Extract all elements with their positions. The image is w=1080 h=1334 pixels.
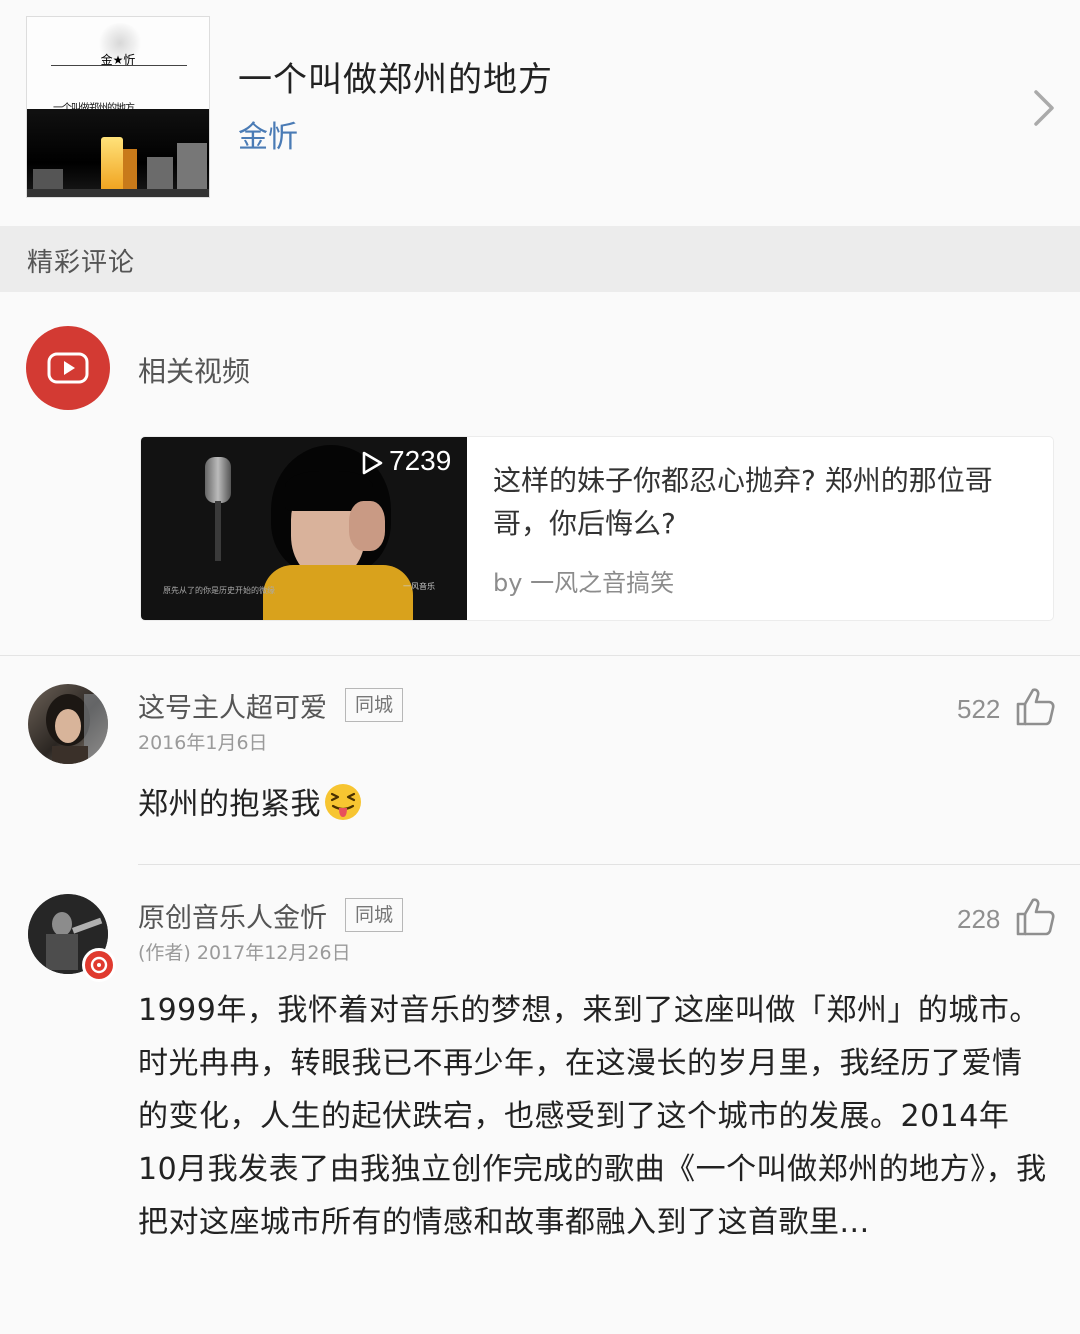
user-photo [46, 694, 108, 764]
album-cover[interactable]: 金★忻 一个叫做郑州的地方 [26, 16, 210, 198]
music-note-icon [90, 956, 108, 974]
play-count-value: 7239 [389, 445, 452, 476]
cover-handwritten-title: 一个叫做郑州的地方 [53, 103, 135, 109]
comment-text: 郑州的抱紧我 [138, 778, 1048, 831]
cover-tower [123, 149, 137, 191]
like-count: 228 [957, 904, 1001, 934]
cover-road [27, 189, 209, 197]
related-video-section: 相关视频 原先从了的你是历史开始的微缘 一风音乐 7239 这样的妹子你都忍心抛… [0, 292, 1080, 656]
cover-building [33, 169, 63, 191]
video-title: 这样的妹子你都忍心抛弃? 郑州的那位哥哥，你后悔么? [493, 464, 993, 540]
comment-date: (作者) 2017年12月26日 [138, 942, 351, 964]
cover-building [147, 157, 173, 191]
squinting-tongue-emoji [325, 784, 361, 820]
thumbs-up-icon[interactable] [1014, 896, 1056, 938]
thumbs-up-icon[interactable] [1014, 686, 1056, 728]
play-icon [362, 451, 383, 475]
cover-rule [51, 65, 187, 66]
singer-jacket [263, 565, 413, 620]
chevron-right-icon[interactable] [1026, 88, 1062, 128]
related-video-label: 相关视频 [138, 355, 251, 388]
cover-tower [101, 137, 123, 191]
play-video-icon [47, 352, 89, 384]
section-title: 精彩评论 [27, 248, 136, 278]
video-card[interactable]: 原先从了的你是历史开始的微缘 一风音乐 7239 这样的妹子你都忍心抛弃? 郑州… [141, 437, 1053, 620]
like-count: 522 [957, 694, 1001, 724]
artist-link[interactable]: 金忻 [238, 112, 298, 156]
cover-building [177, 143, 207, 191]
thumbnail-subtitle: 原先从了的你是历史开始的微缘 [163, 586, 275, 595]
comment-divider [138, 864, 1080, 865]
cover-top: 金★忻 一个叫做郑州的地方 [27, 17, 209, 109]
same-city-badge: 同城 [345, 688, 404, 722]
comment-text: 1999年，我怀着对音乐的梦想，来到了这座叫做「郑州」的城市。时光冉冉，转眼我已… [138, 993, 1047, 1240]
microphone [205, 457, 231, 503]
comment-item: 这号主人超可爱 同城 2016年1月6日 522 郑州的抱紧我 [0, 656, 1080, 864]
avatar[interactable] [28, 684, 108, 764]
cover-city-photo [27, 109, 209, 197]
singer-hand [349, 501, 385, 551]
comment-date: 2016年1月6日 [138, 732, 268, 754]
microphone-stand [215, 501, 221, 561]
comment-username[interactable]: 这号主人超可爱 [138, 686, 327, 725]
thumbnail-watermark: 一风音乐 [403, 582, 435, 591]
same-city-badge: 同城 [345, 898, 404, 932]
section-header: 精彩评论 [0, 226, 1080, 292]
video-badge [26, 326, 110, 410]
video-byline: by 一风之音搞笑 [493, 569, 675, 597]
comment-item: 原创音乐人金忻 同城 (作者) 2017年12月26日 228 1999年，我怀… [0, 866, 1080, 1334]
song-header[interactable]: 金★忻 一个叫做郑州的地方 一个叫做郑州的地方 金忻 [0, 0, 1080, 226]
video-thumbnail[interactable]: 原先从了的你是历史开始的微缘 一风音乐 7239 [141, 437, 467, 620]
avatar[interactable] [28, 894, 116, 982]
comment-text-content: 郑州的抱紧我 [138, 787, 321, 822]
musician-badge [82, 948, 116, 982]
song-title: 一个叫做郑州的地方 [238, 60, 553, 100]
comment-username[interactable]: 原创音乐人金忻 [138, 896, 327, 935]
